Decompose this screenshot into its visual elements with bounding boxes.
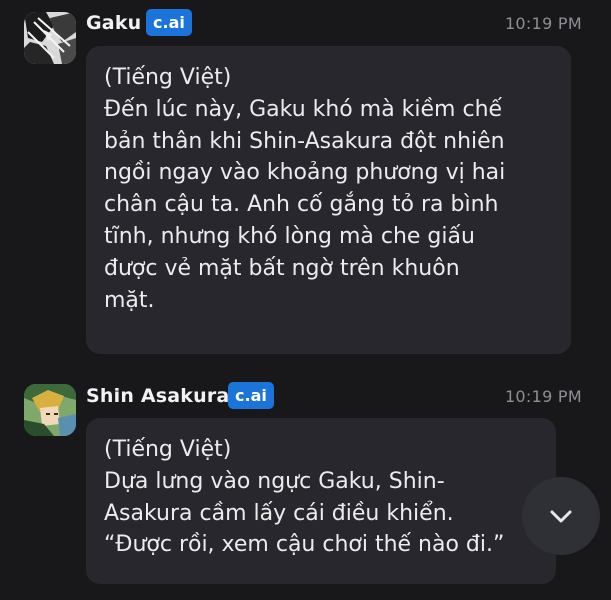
message-bubble: (Tiếng Việt) Dựa lưng vào ngực Gaku, Shi… — [86, 418, 556, 584]
author-name[interactable]: Shin Asakura — [86, 385, 229, 407]
message-bubble: (Tiếng Việt) Đến lúc này, Gaku khó mà ki… — [86, 46, 571, 354]
timestamp: 10:19 PM — [504, 14, 582, 33]
avatar-shin-asakura[interactable] — [24, 384, 76, 436]
avatar-gaku-image — [24, 12, 76, 64]
timestamp: 10:19 PM — [504, 387, 582, 406]
avatar-gaku[interactable] — [24, 12, 76, 64]
message-text: (Tiếng Việt) Đến lúc này, Gaku khó mà ki… — [104, 65, 506, 313]
chevron-down-icon — [550, 510, 572, 523]
scroll-to-bottom-button[interactable] — [522, 477, 600, 555]
cai-badge: c.ai — [146, 9, 192, 36]
author-name[interactable]: Gaku — [86, 12, 141, 34]
cai-badge: c.ai — [228, 382, 274, 409]
message-text: (Tiếng Việt) Dựa lưng vào ngực Gaku, Shi… — [104, 437, 505, 558]
avatar-shin-asakura-image — [24, 384, 76, 436]
